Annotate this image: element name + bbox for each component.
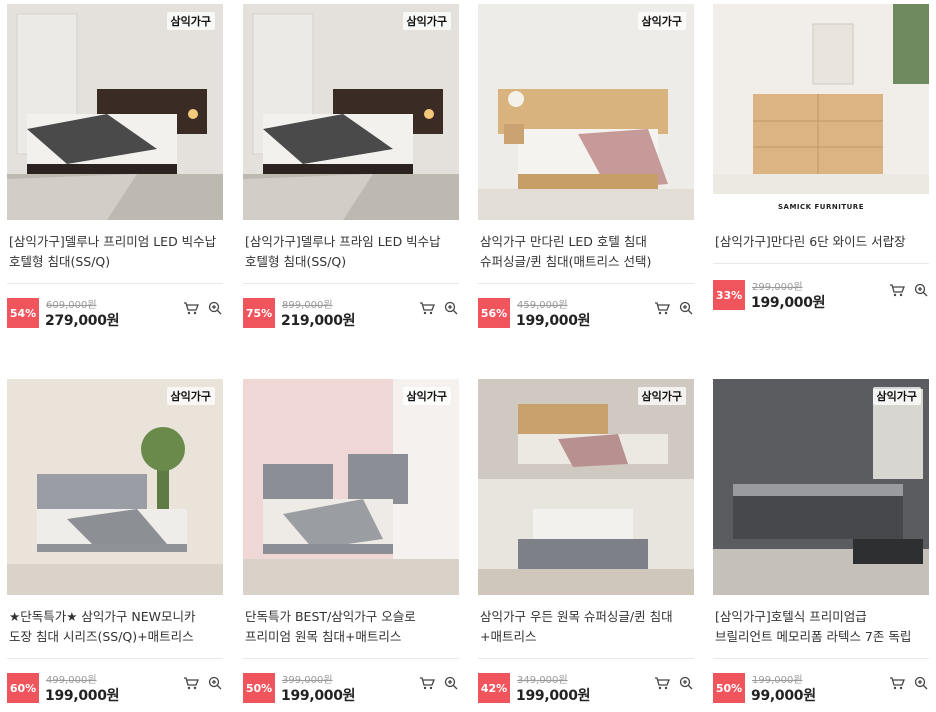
image-caption: SAMICK FURNITURE [713,194,929,220]
product-image[interactable]: 삼익가구 [7,4,223,220]
sale-price: 199,000원 [516,688,591,704]
action-icons [889,282,929,298]
price-row: 54% 609,000원 279,000원 [7,296,223,330]
action-icons [183,300,223,316]
cart-icon[interactable] [889,675,905,691]
original-price: 349,000원 [517,675,568,686]
product-image[interactable]: 삼익가구 [478,379,694,595]
sale-price: 219,000원 [281,313,356,329]
product-title[interactable]: 삼익가구 우든 원목 슈퍼싱글/퀸 침대+매트리스 [478,607,694,649]
discount-badge: 50% [243,673,275,703]
divider [7,658,223,659]
original-price: 299,000원 [752,282,803,293]
product-title[interactable]: [삼익가구]만다린 6단 와이드 서랍장 [713,232,929,274]
product-title[interactable]: [삼익가구]델루나 프리미엄 LED 빅수납 호텔형 침대(SS/Q) [7,232,223,274]
brand-logo: 삼익가구 [166,12,215,30]
product-title[interactable]: [삼익가구]호텔식 프리미엄급 브릴리언트 메모리폼 라텍스 7존 독립 매트리… [713,607,929,649]
product-image[interactable]: 삼익가구 [478,4,694,220]
product-image[interactable]: 삼익가구 [243,4,459,220]
cart-icon[interactable] [419,300,435,316]
original-price: 459,000원 [517,300,568,311]
product-grid: 삼익가구 [삼익가구]델루나 프리미엄 LED 빅수납 호텔형 침대(SS/Q)… [0,0,936,712]
zoom-icon[interactable] [678,300,694,316]
price-row: 42% 349,000원 199,000원 [478,671,694,705]
zoom-icon[interactable] [443,675,459,691]
product-title[interactable]: 삼익가구 만다린 LED 호텔 침대 슈퍼싱글/퀸 침대(매트리스 선택) [478,232,694,274]
discount-badge: 54% [7,298,39,328]
sale-price: 199,000원 [45,688,120,704]
discount-badge: 33% [713,280,745,310]
zoom-icon[interactable] [913,282,929,298]
cart-icon[interactable] [419,675,435,691]
product-image[interactable]: SAMICK FURNITURE [713,4,929,220]
product-title[interactable]: 단독특가 BEST/삼익가구 오슬로 프리미엄 원목 침대+매트리스 [243,607,459,649]
cart-icon[interactable] [654,300,670,316]
cart-icon[interactable] [889,282,905,298]
divider [713,658,929,659]
price-row: 56% 459,000원 199,000원 [478,296,694,330]
product-image[interactable]: 삼익가구 [243,379,459,595]
product-card: 삼익가구 삼익가구 만다린 LED 호텔 침대 슈퍼싱글/퀸 침대(매트리스 선… [478,4,694,329]
product-title[interactable]: [삼익가구]델루나 프라임 LED 빅수납 호텔형 침대(SS/Q) [243,232,459,274]
sale-price: 199,000원 [516,313,591,329]
divider [713,263,929,264]
original-price: 499,000원 [46,675,97,686]
divider [243,283,459,284]
zoom-icon[interactable] [443,300,459,316]
sale-price: 279,000원 [45,313,120,329]
price-row: 50% 199,000원 99,000원 [713,671,929,705]
divider [243,658,459,659]
product-image[interactable]: 삼익가구 [713,379,929,595]
cart-icon[interactable] [654,675,670,691]
product-card: 삼익가구 단독특가 BEST/삼익가구 오슬로 프리미엄 원목 침대+매트리스 … [243,379,459,704]
discount-badge: 50% [713,673,745,703]
divider [478,658,694,659]
price-row: 50% 399,000원 199,000원 [243,671,459,705]
cart-icon[interactable] [183,675,199,691]
brand-logo: 삼익가구 [872,387,921,405]
discount-badge: 60% [7,673,39,703]
sale-price: 99,000원 [751,688,816,704]
discount-badge: 42% [478,673,510,703]
product-card: 삼익가구 [삼익가구]델루나 프라임 LED 빅수납 호텔형 침대(SS/Q) … [243,4,459,329]
divider [478,283,694,284]
zoom-icon[interactable] [207,675,223,691]
original-price: 899,000원 [282,300,333,311]
action-icons [654,675,694,691]
product-card: 삼익가구 [삼익가구]델루나 프리미엄 LED 빅수납 호텔형 침대(SS/Q)… [7,4,223,329]
product-card: 삼익가구 ★단독특가★ 삼익가구 NEW모니카 도장 침대 시리즈(SS/Q)+… [7,379,223,704]
action-icons [183,675,223,691]
zoom-icon[interactable] [207,300,223,316]
price-row: 75% 899,000원 219,000원 [243,296,459,330]
original-price: 199,000원 [752,675,803,686]
action-icons [889,675,929,691]
zoom-icon[interactable] [913,675,929,691]
brand-logo: 삼익가구 [402,387,451,405]
product-image[interactable]: 삼익가구 [7,379,223,595]
product-title[interactable]: ★단독특가★ 삼익가구 NEW모니카 도장 침대 시리즈(SS/Q)+매트리스 [7,607,223,649]
original-price: 399,000원 [282,675,333,686]
sale-price: 199,000원 [751,295,826,311]
cart-icon[interactable] [183,300,199,316]
divider [7,283,223,284]
product-card: 삼익가구 삼익가구 우든 원목 슈퍼싱글/퀸 침대+매트리스 42% 349,0… [478,379,694,704]
zoom-icon[interactable] [678,675,694,691]
brand-logo: 삼익가구 [402,12,451,30]
original-price: 609,000원 [46,300,97,311]
brand-logo: 삼익가구 [637,387,686,405]
product-card: 삼익가구 [삼익가구]호텔식 프리미엄급 브릴리언트 메모리폼 라텍스 7존 독… [713,379,929,704]
action-icons [419,300,459,316]
price-row: 60% 499,000원 199,000원 [7,671,223,705]
price-row: 33% 299,000원 199,000원 [713,278,929,312]
action-icons [654,300,694,316]
action-icons [419,675,459,691]
sale-price: 199,000원 [281,688,356,704]
product-card: SAMICK FURNITURE [삼익가구]만다린 6단 와이드 서랍장 33… [713,4,929,311]
discount-badge: 75% [243,298,275,328]
discount-badge: 56% [478,298,510,328]
brand-logo: 삼익가구 [637,12,686,30]
brand-logo: 삼익가구 [166,387,215,405]
